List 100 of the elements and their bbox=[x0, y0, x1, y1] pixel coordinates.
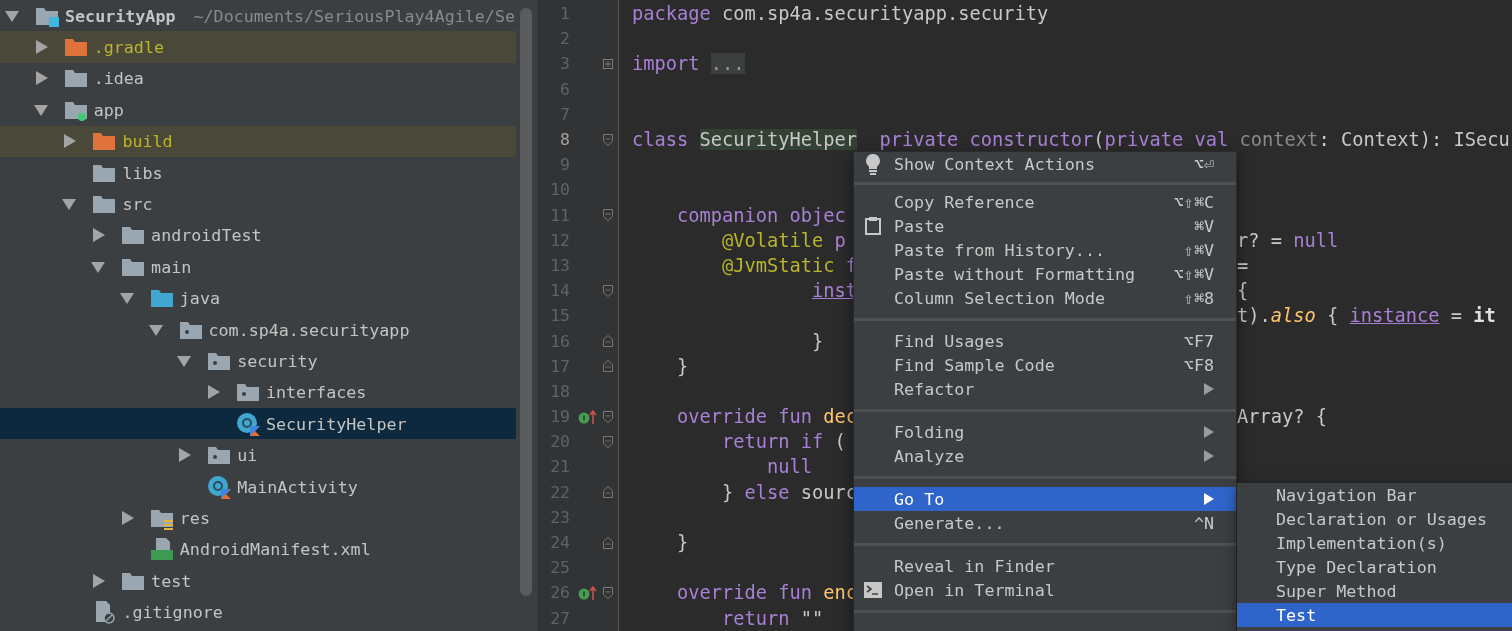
override-marker-icon[interactable] bbox=[578, 408, 598, 425]
code-token: } bbox=[677, 532, 689, 554]
tree-item-label: app bbox=[93, 99, 124, 120]
shortcut-label: ⌥⇧⌘C bbox=[1173, 192, 1214, 212]
code-token: null bbox=[767, 456, 813, 478]
shortcut-label: ⇧⌘8 bbox=[1183, 288, 1214, 308]
shortcut-label: ⇧⌘V bbox=[1183, 240, 1214, 260]
code-token: } bbox=[677, 355, 689, 377]
fold-marker-icon[interactable] bbox=[603, 132, 613, 147]
tree-row[interactable]: interfaces bbox=[0, 376, 516, 409]
menu-item[interactable]: Implementation(s) bbox=[1237, 531, 1512, 555]
tree-row[interactable]: libs bbox=[0, 156, 516, 189]
code-token: } bbox=[812, 330, 824, 352]
code-token: SecurityHelper bbox=[699, 129, 858, 151]
line-number: 8 bbox=[559, 130, 570, 150]
lightbulb-icon bbox=[865, 153, 881, 175]
tree-item-label: interfaces bbox=[265, 382, 367, 403]
expanded-arrow-icon[interactable] bbox=[176, 353, 193, 369]
code-token: @JvmStatic bbox=[722, 254, 835, 276]
code-token: class bbox=[632, 129, 690, 151]
tree-item-label: src bbox=[122, 194, 153, 215]
menu-item[interactable]: Analyze bbox=[854, 444, 1236, 468]
tree-item-label: java bbox=[179, 288, 220, 309]
menu-item[interactable]: Copy Reference ⌥⇧⌘C bbox=[854, 190, 1236, 214]
code-token: r? = bbox=[1237, 229, 1283, 251]
fold-end-icon[interactable] bbox=[603, 359, 613, 374]
tree-row[interactable]: res bbox=[0, 502, 516, 534]
menu-item[interactable]: Paste ⌘V bbox=[854, 214, 1236, 238]
code-token: package bbox=[632, 3, 711, 25]
menu-item[interactable]: Show Context Actions ⌥⏎ bbox=[854, 152, 1236, 176]
tree-row[interactable]: MainActivity bbox=[0, 470, 516, 503]
shortcut-label: ^N bbox=[1193, 513, 1214, 533]
tree-row[interactable]: .idea bbox=[0, 62, 516, 95]
tree-item-label: androidTest bbox=[151, 225, 262, 246]
fold-marker-icon[interactable] bbox=[603, 409, 613, 424]
tree-item-label: MainActivity bbox=[237, 476, 358, 497]
tree-row[interactable]: .gitignore bbox=[0, 596, 516, 628]
tree-item-label: ui bbox=[237, 445, 258, 466]
menu-item[interactable]: Go To bbox=[854, 487, 1236, 511]
tree-row[interactable]: main bbox=[0, 251, 516, 283]
menu-item[interactable]: Open in Terminal bbox=[854, 578, 1236, 602]
tree-row[interactable]: ui bbox=[0, 439, 516, 471]
code-token: t). bbox=[1237, 305, 1271, 327]
tree-row[interactable]: security bbox=[0, 345, 516, 377]
menu-item[interactable]: Reveal in Finder bbox=[854, 554, 1236, 578]
project-path: ~/Documents/SeriousPlay4Agile/Se bbox=[193, 5, 515, 26]
menu-item[interactable]: Find Sample Code ⌥F8 bbox=[854, 353, 1236, 377]
fold-marker-icon[interactable] bbox=[603, 283, 613, 298]
code-token: ... bbox=[710, 53, 745, 75]
tree-row[interactable]: app bbox=[0, 94, 516, 126]
tree-row[interactable]: AndroidManifest.xml bbox=[0, 533, 516, 566]
code-token: return if bbox=[722, 431, 824, 453]
tree-row[interactable]: java bbox=[0, 282, 516, 314]
collapsed-arrow-icon[interactable] bbox=[61, 133, 78, 150]
code-token: Array? { bbox=[1237, 406, 1327, 428]
kotlin-class-icon bbox=[235, 411, 260, 436]
menu-item[interactable]: Declaration or Usages bbox=[1237, 507, 1512, 531]
code-token: it bbox=[1473, 305, 1496, 327]
shortcut-label: ⌥⇧⌘V bbox=[1173, 264, 1214, 284]
code-token: instance bbox=[1349, 305, 1440, 327]
code-token: = bbox=[1450, 305, 1464, 327]
fold-marker-icon[interactable] bbox=[603, 434, 613, 449]
menu-item[interactable]: Type Declaration bbox=[1237, 555, 1512, 579]
menu-item[interactable]: Find Usages ⌥F7 bbox=[854, 329, 1236, 353]
menu-item[interactable]: Navigation Bar bbox=[1237, 483, 1512, 507]
menu-item[interactable]: Folding bbox=[854, 420, 1236, 444]
menu-item[interactable]: Paste from History... ⇧⌘V bbox=[854, 238, 1236, 262]
override-marker-icon[interactable] bbox=[578, 584, 598, 601]
code-token: @Volatile bbox=[722, 229, 824, 251]
code-token: { bbox=[1237, 280, 1249, 302]
fold-end-icon[interactable] bbox=[603, 535, 613, 550]
fold-end-icon[interactable] bbox=[603, 485, 613, 500]
tree-row[interactable]: src bbox=[0, 188, 516, 220]
code-token: override fun bbox=[677, 582, 814, 604]
menu-item[interactable]: Test bbox=[1237, 603, 1512, 627]
tree-row[interactable]: SecurityHelper bbox=[0, 408, 516, 440]
fold-end-icon[interactable] bbox=[603, 334, 613, 349]
tree-item-label: res bbox=[179, 507, 210, 528]
menu-item[interactable]: Generate... ^N bbox=[854, 511, 1236, 535]
code-token: context bbox=[1239, 129, 1319, 151]
fold-marker-icon[interactable] bbox=[603, 208, 613, 223]
collapsed-arrow-icon[interactable] bbox=[90, 227, 107, 244]
tree-item-label: com.sp4a.securityapp bbox=[208, 319, 410, 340]
shortcut-label: ⌥⏎ bbox=[1193, 154, 1214, 174]
tree-row[interactable]: test bbox=[0, 565, 516, 597]
tree-item-label: main bbox=[151, 256, 192, 277]
tree-row[interactable]: .gradle bbox=[0, 31, 516, 63]
menu-item[interactable]: Refactor bbox=[854, 377, 1236, 401]
tree-row[interactable]: build bbox=[0, 125, 516, 157]
menu-item[interactable]: Super Method bbox=[1237, 579, 1512, 603]
collapsed-arrow-icon[interactable] bbox=[176, 447, 193, 464]
tree-row[interactable]: androidTest bbox=[0, 219, 516, 252]
tree-row[interactable]: SecurityApp ~/Documents/SeriousPlay4Agile/Se bbox=[0, 0, 516, 32]
fold-plus-icon[interactable] bbox=[603, 56, 613, 71]
collapsed-arrow-icon[interactable] bbox=[90, 572, 107, 589]
shortcut-label: ⌥F7 bbox=[1183, 331, 1214, 351]
code-token: ( bbox=[834, 431, 846, 453]
tree-row[interactable]: com.sp4a.securityapp bbox=[0, 313, 516, 346]
scrollbar-thumb[interactable] bbox=[520, 8, 532, 596]
fold-marker-icon[interactable] bbox=[603, 585, 613, 600]
